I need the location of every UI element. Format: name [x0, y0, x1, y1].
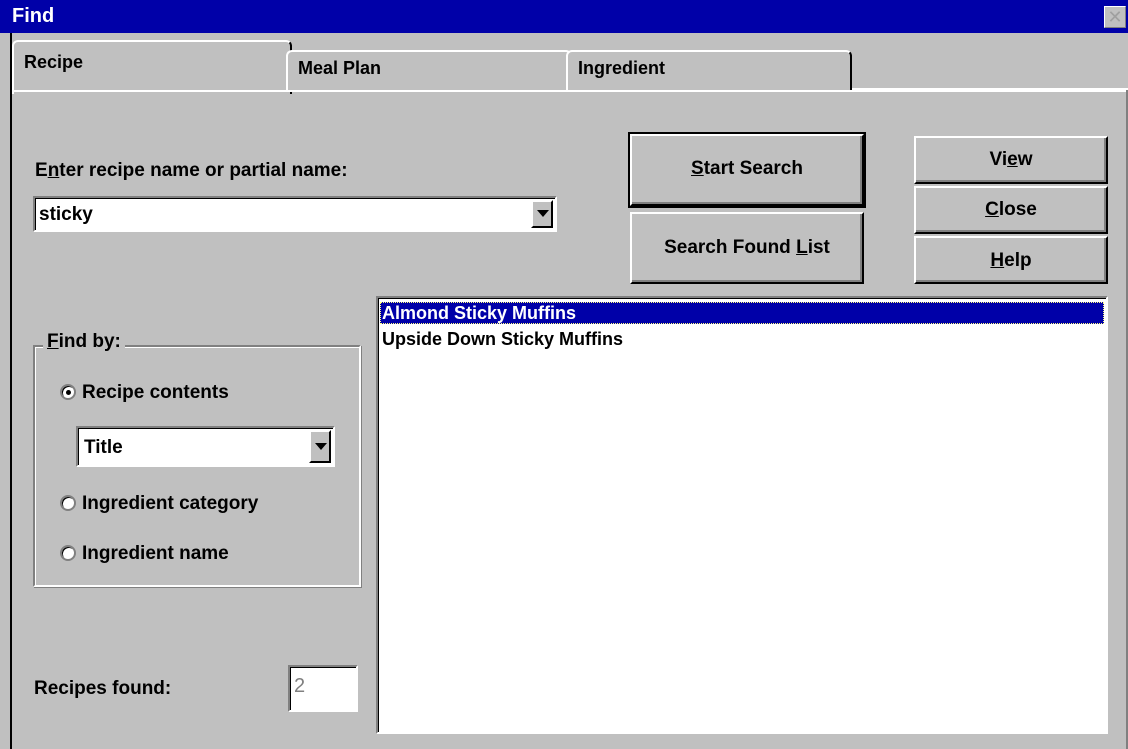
radio-dot-icon	[66, 390, 71, 395]
field-value: Title	[84, 437, 123, 458]
field-combobox[interactable]: Title	[76, 426, 335, 467]
radio-button[interactable]	[60, 545, 76, 561]
results-list[interactable]: Almond Sticky Muffins Upside Down Sticky…	[376, 296, 1108, 734]
search-input[interactable]: sticky	[39, 204, 93, 226]
search-found-list-button[interactable]: Search Found List	[630, 212, 864, 284]
start-search-button[interactable]: Start Search	[628, 132, 866, 208]
search-combobox[interactable]: sticky	[33, 196, 557, 232]
find-by-label: Find by:	[43, 331, 125, 353]
search-label: Enter recipe name or partial name:	[35, 160, 348, 181]
tab-recipe[interactable]: Recipe	[12, 40, 292, 94]
radio-label: Recipe contents	[82, 382, 229, 403]
list-item[interactable]: Almond Sticky Muffins	[380, 302, 1104, 324]
window-frame	[0, 33, 12, 749]
view-button[interactable]: View	[914, 136, 1108, 184]
search-dropdown-button[interactable]	[531, 200, 553, 228]
recipes-found-label: Recipes found:	[34, 678, 172, 699]
close-icon[interactable]: ✕	[1104, 6, 1126, 28]
help-button[interactable]: Help	[914, 236, 1108, 284]
title-bar	[0, 0, 1128, 33]
radio-button[interactable]	[60, 384, 76, 400]
tab-meal-plan[interactable]: Meal Plan	[286, 50, 572, 90]
close-button[interactable]: Close	[914, 186, 1108, 234]
radio-label: Ingredient category	[82, 493, 259, 514]
list-item[interactable]: Upside Down Sticky Muffins	[380, 328, 1104, 350]
tab-label: Meal Plan	[298, 58, 382, 78]
radio-button[interactable]	[60, 495, 76, 511]
radio-label: Ingredient name	[82, 543, 229, 564]
recipes-found-count: 2	[288, 665, 358, 712]
tab-label: Recipe	[24, 52, 84, 72]
tab-label: Ingredient	[578, 58, 666, 78]
field-dropdown-button[interactable]	[309, 430, 331, 463]
window-title: Find	[12, 5, 55, 27]
chevron-down-icon	[315, 443, 327, 450]
tab-ingredient[interactable]: Ingredient	[566, 50, 852, 90]
chevron-down-icon	[537, 210, 549, 217]
